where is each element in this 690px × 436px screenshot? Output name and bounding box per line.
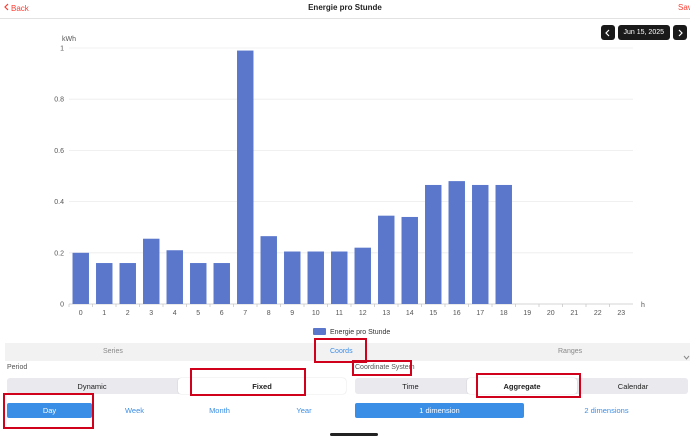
coordinate-calendar-option[interactable]: Calendar <box>578 378 688 394</box>
bar <box>213 263 230 304</box>
x-tick-label: 7 <box>243 310 247 317</box>
coordinate-aggregate-option[interactable]: Aggregate <box>467 378 577 394</box>
two-dimensions-option[interactable]: 2 dimensions <box>525 403 688 418</box>
x-axis-unit-label: h <box>641 302 645 309</box>
period-week-option[interactable]: Week <box>92 403 177 418</box>
y-tick-label: 0.6 <box>54 148 64 155</box>
bar <box>72 252 89 304</box>
chevron-down-icon[interactable] <box>683 347 690 365</box>
x-tick-label: 18 <box>500 310 508 317</box>
bar <box>425 184 442 304</box>
bar <box>96 263 113 304</box>
bar <box>472 184 489 304</box>
y-tick-label: 0.8 <box>54 97 64 104</box>
bar <box>307 251 324 304</box>
x-tick-label: 19 <box>523 310 531 317</box>
navigation-bar: Back Energie pro Stunde Save <box>0 0 690 19</box>
bar <box>354 247 371 304</box>
one-dimension-option[interactable]: 1 dimension <box>355 403 524 418</box>
x-tick-label: 6 <box>220 310 224 317</box>
x-tick-label: 21 <box>570 310 578 317</box>
x-tick-label: 4 <box>173 310 177 317</box>
save-button[interactable]: Save <box>678 3 690 12</box>
x-tick-label: 15 <box>429 310 437 317</box>
bar <box>331 251 348 304</box>
x-tick-label: 17 <box>476 310 484 317</box>
bar <box>284 251 301 304</box>
settings-tab-bar: Series Coords Ranges <box>5 343 690 361</box>
y-tick-label: 0.2 <box>54 250 64 257</box>
x-tick-label: 1 <box>102 310 106 317</box>
tab-ranges[interactable]: Ranges <box>558 348 582 355</box>
period-month-option[interactable]: Month <box>177 403 262 418</box>
coordinate-system-label: Coordinate System <box>355 364 415 371</box>
bar <box>448 181 465 304</box>
energy-bar-chart: 00.20.40.60.81kWhh0 1 2 3 4 5 6 7 8 9 10 11 12 13 14 15… <box>54 36 645 336</box>
x-tick-label: 20 <box>547 310 555 317</box>
period-year-option[interactable]: Year <box>262 403 346 418</box>
x-tick-label: 5 <box>196 310 200 317</box>
bar <box>401 216 418 304</box>
bar <box>237 50 254 304</box>
x-tick-label: 2 <box>126 310 130 317</box>
period-dynamic-option[interactable]: Dynamic <box>7 378 177 394</box>
bar <box>190 263 207 304</box>
x-tick-label: 3 <box>149 310 153 317</box>
page-title: Energie pro Stunde <box>308 3 382 12</box>
coordinate-mode-segmented-control: Time Aggregate Calendar <box>355 378 688 394</box>
x-tick-label: 22 <box>594 310 602 317</box>
tab-series[interactable]: Series <box>103 348 123 355</box>
period-mode-segmented-control: Dynamic Fixed <box>7 378 346 394</box>
x-tick-label: 0 <box>79 310 83 317</box>
period-day-option[interactable]: Day <box>7 403 92 418</box>
tab-coords[interactable]: Coords <box>330 348 353 355</box>
y-axis-unit-label: kWh <box>62 36 76 43</box>
bar <box>378 215 395 304</box>
x-tick-label: 10 <box>312 310 320 317</box>
x-tick-label: 12 <box>359 310 367 317</box>
bar <box>260 236 277 304</box>
y-tick-label: 0 <box>60 302 64 309</box>
x-tick-label: 11 <box>336 310 343 317</box>
x-tick-label: 23 <box>617 310 625 317</box>
bar <box>166 250 183 304</box>
y-tick-label: 0.4 <box>54 199 64 206</box>
bar <box>119 263 136 304</box>
legend-label: Energie pro Stunde <box>330 329 390 336</box>
x-tick-label: 8 <box>267 310 271 317</box>
coordinate-time-option[interactable]: Time <box>355 378 466 394</box>
period-label: Period <box>7 364 28 371</box>
legend-swatch <box>313 328 326 335</box>
period-fixed-option[interactable]: Fixed <box>178 378 346 394</box>
bar <box>495 184 512 304</box>
x-tick-label: 9 <box>290 310 294 317</box>
x-tick-label: 14 <box>406 310 414 317</box>
y-tick-label: 1 <box>60 46 64 53</box>
x-tick-label: 13 <box>382 310 390 317</box>
bar <box>143 238 160 304</box>
x-tick-label: 16 <box>453 310 461 317</box>
